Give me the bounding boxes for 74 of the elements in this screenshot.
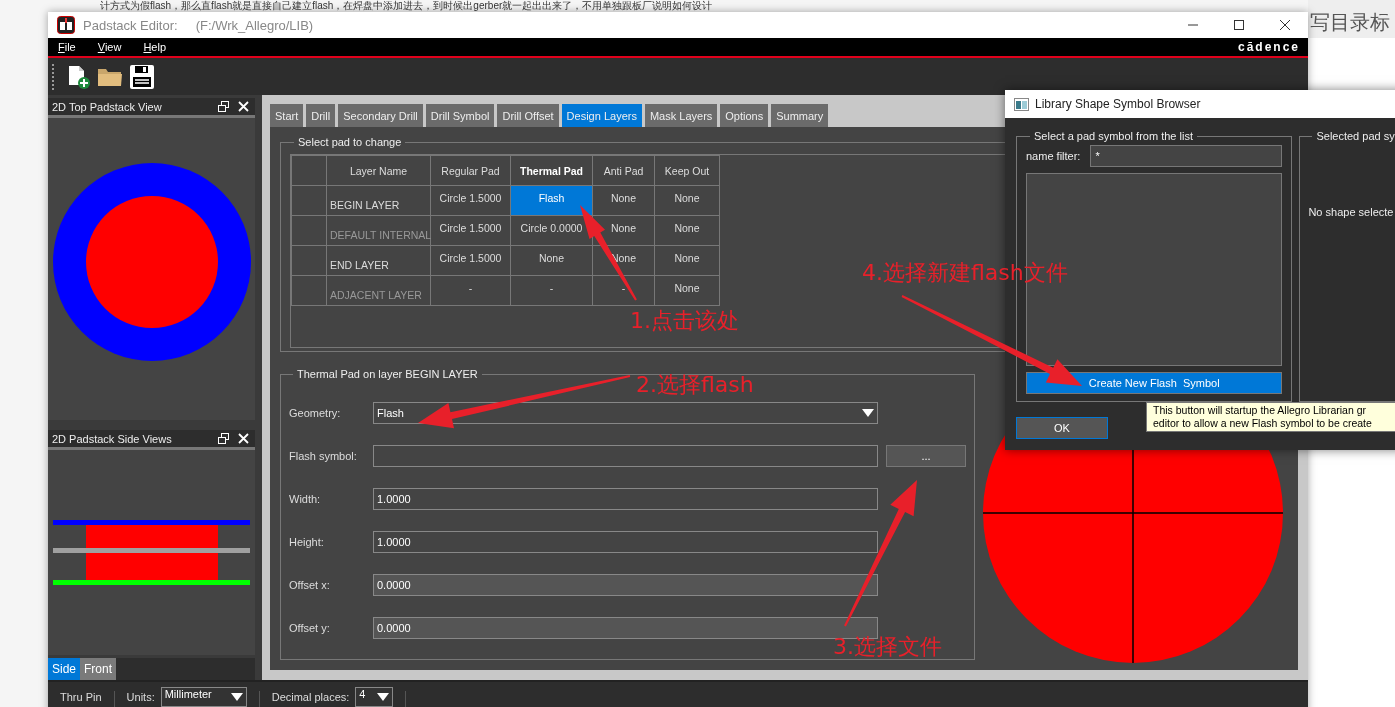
window-icon bbox=[1014, 97, 1029, 111]
group-title: Select pad to change bbox=[297, 136, 403, 148]
tooltip: This button will startup the Allegro Librarian gr editor to allow a new Flash symbol to be create bbox=[1146, 402, 1395, 432]
sidebar-heading: 写目录标 bbox=[1310, 10, 1390, 35]
column-header: Layer Name bbox=[326, 155, 431, 186]
units-dropdown[interactable]: Millimeter bbox=[160, 687, 247, 707]
decimal-dropdown[interactable]: 4 bbox=[355, 687, 394, 707]
maximize-icon[interactable] bbox=[1233, 19, 1245, 31]
empty-preview-text: No shape selecte bbox=[1308, 206, 1394, 218]
pad-cell[interactable]: None bbox=[592, 185, 655, 216]
input-field[interactable] bbox=[373, 445, 878, 467]
view-tab[interactable]: Side bbox=[48, 658, 81, 680]
field-label: Width: bbox=[289, 493, 322, 505]
close-icon[interactable] bbox=[1279, 19, 1291, 31]
create-flash-button[interactable]: Create New Flash Symbol bbox=[1026, 372, 1283, 394]
field-label: Offset x: bbox=[289, 579, 331, 591]
column-header: Keep Out bbox=[654, 155, 720, 186]
layer-cell[interactable]: END LAYER bbox=[326, 245, 431, 276]
pad-cell[interactable]: None bbox=[510, 245, 593, 276]
column-header: Thermal Pad bbox=[510, 155, 593, 186]
dialog-title: Library Shape Symbol Browser bbox=[1035, 97, 1201, 111]
dropdown-caret-icon bbox=[230, 692, 243, 702]
menu-item[interactable]: File bbox=[58, 41, 76, 53]
save-icon[interactable] bbox=[128, 62, 156, 91]
pin-type: Thru Pin bbox=[60, 691, 102, 703]
tab[interactable]: Secondary Drill bbox=[338, 104, 423, 127]
dropdown-caret-icon bbox=[862, 408, 874, 418]
annotation-text: 4.选择新建flash文件 bbox=[862, 259, 1068, 287]
layer-cell[interactable]: BEGIN LAYER bbox=[326, 185, 431, 216]
window-title: Padstack Editor: bbox=[83, 17, 178, 33]
input-field[interactable]: 1.0000 bbox=[373, 531, 878, 553]
menu-item[interactable]: View bbox=[97, 41, 122, 53]
decimal-label: Decimal places: bbox=[271, 691, 350, 703]
units-label: Units: bbox=[126, 691, 155, 703]
tab[interactable]: Options bbox=[720, 104, 769, 127]
tab[interactable]: Drill bbox=[306, 104, 336, 127]
column-header: Regular Pad bbox=[430, 155, 511, 186]
app-icon bbox=[57, 16, 75, 34]
name-filter-field[interactable]: * bbox=[1090, 145, 1283, 167]
pad-cell[interactable]: Circle 1.5000 bbox=[430, 185, 511, 216]
brand-logo: cādence bbox=[1237, 40, 1300, 54]
column-header: Anti Pad bbox=[592, 155, 655, 186]
float-icon[interactable] bbox=[215, 98, 231, 115]
annotation-text: 2.选择flash bbox=[636, 371, 754, 399]
group-title: Selected pad sy bbox=[1315, 130, 1395, 142]
tab[interactable]: Summary bbox=[771, 104, 829, 127]
panel-title: 2D Padstack Side Views bbox=[52, 432, 173, 445]
annotation-text: 1.点击该处 bbox=[630, 307, 739, 335]
tab[interactable]: Start bbox=[270, 104, 304, 127]
geometry-dropdown[interactable]: Flash bbox=[373, 402, 878, 424]
pad-cell[interactable]: None bbox=[654, 245, 720, 276]
input-field[interactable]: 1.0000 bbox=[373, 488, 878, 510]
dropdown-caret-icon bbox=[377, 692, 390, 702]
pad-cell[interactable]: Circle 1.5000 bbox=[430, 245, 511, 276]
filter-label: name filter: bbox=[1026, 150, 1081, 162]
tab[interactable]: Drill Offset bbox=[497, 104, 559, 127]
view-tab[interactable]: Front bbox=[80, 658, 117, 680]
field-label: Flash symbol: bbox=[289, 450, 358, 462]
group-title: Thermal Pad on layer BEGIN LAYER bbox=[296, 368, 479, 380]
window-path: (F:/Wrk_Allegro/LIB) bbox=[195, 17, 314, 33]
tab[interactable]: Drill Symbol bbox=[425, 104, 495, 127]
browse-button[interactable]: ... bbox=[886, 445, 966, 467]
panel-title: 2D Top Padstack View bbox=[52, 100, 163, 113]
float-icon[interactable] bbox=[215, 430, 231, 447]
tab[interactable]: Mask Layers bbox=[644, 104, 718, 127]
menu-item[interactable]: Help bbox=[143, 41, 167, 53]
field-label: Height: bbox=[289, 536, 325, 548]
pad-cell[interactable]: None bbox=[654, 185, 720, 216]
tab[interactable]: Design Layers bbox=[561, 104, 642, 127]
group-title: Select a pad symbol from the list bbox=[1033, 130, 1194, 142]
article-text: 计方式为假flash，那么直flash就是直接自己建立flash，在焊盘中添加进去，到时候出gerber就一起出出来了，不用单独跟板厂说明如何设计 bbox=[100, 0, 713, 12]
ok-button[interactable]: OK bbox=[1016, 417, 1108, 439]
field-label: Offset y: bbox=[289, 622, 331, 634]
field-label: Geometry: bbox=[289, 407, 342, 419]
